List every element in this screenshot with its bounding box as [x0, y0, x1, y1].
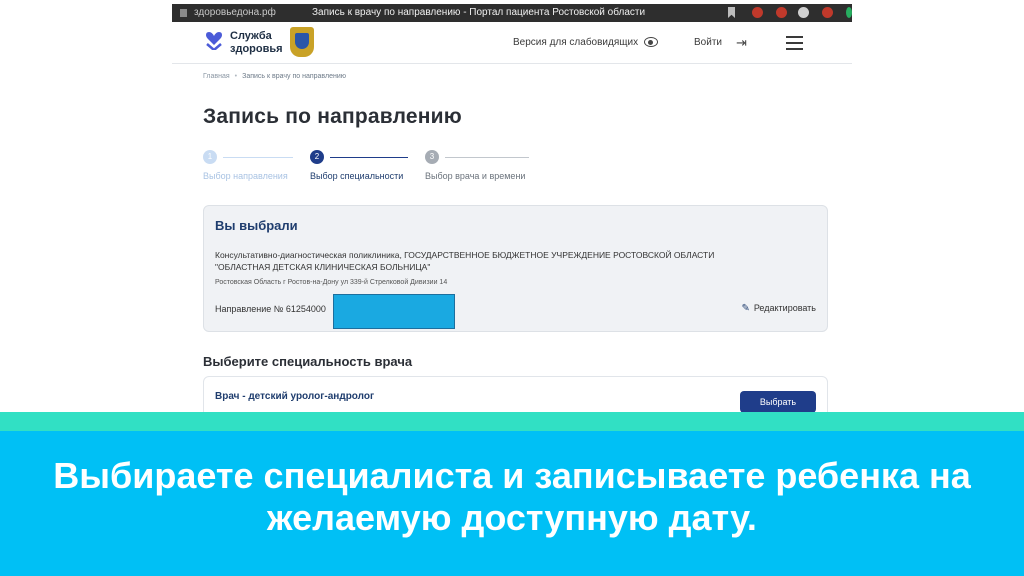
- extension-icon[interactable]: [776, 7, 787, 18]
- browser-url[interactable]: здоровьедона.рф: [194, 7, 276, 18]
- accessibility-link[interactable]: Версия для слабовидящих: [513, 37, 638, 48]
- step-line: [330, 157, 408, 158]
- caption-banner: Выбираете специалиста и записываете ребе…: [0, 431, 1024, 576]
- login-link[interactable]: Войти: [694, 37, 722, 48]
- extension-icon[interactable]: [798, 7, 809, 18]
- referral-number: Направление № 61254000: [215, 304, 326, 314]
- step-line: [223, 157, 293, 158]
- selection-title: Вы выбрали: [215, 218, 298, 233]
- breadcrumb-home[interactable]: Главная: [203, 73, 230, 80]
- eye-icon[interactable]: [644, 37, 658, 47]
- clinic-address: Ростовская Область г Ростов-на-Дону ул 3…: [215, 279, 448, 286]
- browser-title: Запись к врачу по направлению - Портал п…: [312, 7, 646, 18]
- specialty-heading: Выберите специальность врача: [203, 354, 413, 369]
- step-label: Выбор врача и времени: [425, 171, 526, 181]
- region-emblem-icon: [290, 27, 314, 57]
- selection-card: Вы выбрали Консультативно-диагностическа…: [203, 205, 828, 332]
- specialty-name: Врач - детский уролог-андролог: [215, 391, 375, 402]
- step-number: 3: [425, 150, 439, 164]
- step-label: Выбор специальности: [310, 171, 404, 181]
- pencil-icon: ✎: [741, 303, 750, 314]
- extension-icon[interactable]: [846, 7, 852, 18]
- page-title: Запись по направлению: [203, 105, 462, 128]
- breadcrumb: Главная • Запись к врачу по направлению: [203, 73, 346, 80]
- redaction-box: [333, 294, 455, 329]
- edit-link[interactable]: ✎ Редактировать: [741, 303, 816, 314]
- login-icon[interactable]: ⇥: [736, 35, 747, 51]
- select-button[interactable]: Выбрать: [740, 391, 816, 413]
- site-logo-text[interactable]: Служба здоровья: [230, 30, 283, 56]
- caption-text: Выбираете специалиста и записываете ребе…: [53, 455, 971, 538]
- clinic-name: Консультативно-диагностическая поликлини…: [215, 250, 715, 272]
- caption-stripe: [0, 412, 1024, 431]
- breadcrumb-current: Запись к врачу по направлению: [242, 73, 346, 80]
- menu-icon[interactable]: [786, 36, 803, 50]
- page-icon: [180, 9, 187, 17]
- step-number: 2: [310, 150, 324, 164]
- bookmark-icon[interactable]: [728, 7, 735, 18]
- step-label: Выбор направления: [203, 171, 288, 181]
- site-header: Служба здоровья Версия для слабовидящих …: [172, 22, 852, 64]
- extension-icon[interactable]: [752, 7, 763, 18]
- extension-icon[interactable]: [822, 7, 833, 18]
- heart-logo-icon[interactable]: [204, 32, 224, 50]
- step-number: 1: [203, 150, 217, 164]
- step-line: [445, 157, 529, 158]
- browser-tab-bar: здоровьедона.рф Запись к врачу по направ…: [172, 4, 852, 22]
